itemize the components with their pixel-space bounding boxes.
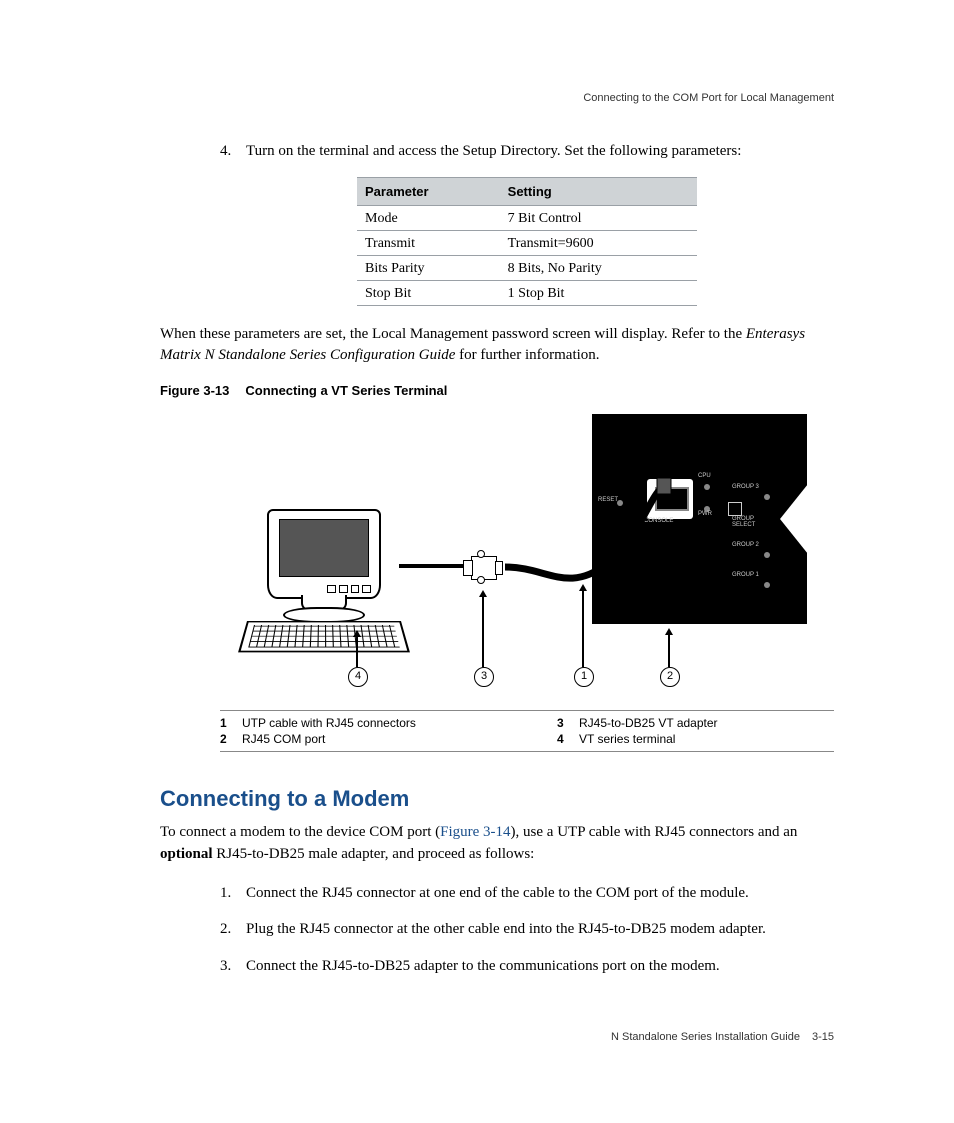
figure-diagram: RESET CONSOLE CPU PWR GROUP 3 GROUP SELE…: [247, 414, 807, 694]
footer-title: N Standalone Series Installation Guide: [611, 1031, 800, 1043]
step-number: 4.: [220, 140, 246, 163]
cell-param: Bits Parity: [357, 255, 500, 280]
step-number: 2.: [220, 918, 246, 941]
running-head: Connecting to the COM Port for Local Man…: [160, 92, 834, 104]
step-number: 1.: [220, 882, 246, 905]
step-text: Plug the RJ45 connector at the other cab…: [246, 918, 834, 941]
step-number: 3.: [220, 955, 246, 978]
figure-label: Figure 3-13: [160, 383, 229, 398]
parameter-table: Parameter Setting Mode 7 Bit Control Tra…: [357, 177, 697, 306]
footer-page-number: 3-15: [800, 1031, 834, 1043]
text: ), use a UTP cable with RJ45 connectors …: [511, 824, 798, 840]
rj45-com-port: [647, 479, 693, 519]
modem-step-2: 2. Plug the RJ45 connector at the other …: [220, 918, 834, 941]
cell-param: Stop Bit: [357, 280, 500, 305]
cell-param: Mode: [357, 205, 500, 230]
callout-1: 1: [574, 667, 594, 687]
modem-step-1: 1. Connect the RJ45 connector at one end…: [220, 882, 834, 905]
legend-num: 2: [220, 731, 232, 747]
figure-caption: Figure 3-13Connecting a VT Series Termin…: [160, 383, 834, 398]
legend-num: 4: [557, 731, 569, 747]
text: RJ45-to-DB25 male adapter, and proceed a…: [213, 846, 535, 862]
legend-item: 3 RJ45-to-DB25 VT adapter: [557, 715, 834, 731]
label-group1: GROUP 1: [732, 572, 759, 578]
text: When these parameters are set, the Local…: [160, 326, 746, 342]
legend-item: 1 UTP cable with RJ45 connectors: [220, 715, 497, 731]
text: To connect a modem to the device COM por…: [160, 824, 440, 840]
legend-text: RJ45-to-DB25 VT adapter: [579, 715, 718, 731]
step-4: 4. Turn on the terminal and access the S…: [220, 140, 834, 163]
legend-text: RJ45 COM port: [242, 731, 325, 747]
callout-2: 2: [660, 667, 680, 687]
after-table-paragraph: When these parameters are set, the Local…: [160, 324, 834, 368]
figure-legend: 1 UTP cable with RJ45 connectors 2 RJ45 …: [220, 710, 834, 752]
device-panel: RESET CONSOLE CPU PWR GROUP 3 GROUP SELE…: [592, 414, 807, 624]
figure-title: Connecting a VT Series Terminal: [229, 383, 447, 398]
callout-4: 4: [348, 667, 368, 687]
cell-setting: 1 Stop Bit: [500, 280, 697, 305]
cell-setting: 8 Bits, No Parity: [500, 255, 697, 280]
label-group-select: GROUP SELECT: [732, 516, 755, 528]
vt-terminal-icon: [247, 509, 397, 659]
step-text: Turn on the terminal and access the Setu…: [246, 140, 834, 163]
legend-text: VT series terminal: [579, 731, 675, 747]
table-row: Mode 7 Bit Control: [357, 205, 697, 230]
legend-num: 3: [557, 715, 569, 731]
text: for further information.: [455, 347, 599, 363]
device-edge-notch: [780, 484, 808, 554]
table-row: Transmit Transmit=9600: [357, 230, 697, 255]
table-header-setting: Setting: [500, 177, 697, 205]
legend-item: 4 VT series terminal: [557, 731, 834, 747]
cell-setting: 7 Bit Control: [500, 205, 697, 230]
page-footer: N Standalone Series Installation Guide3-…: [611, 1031, 834, 1043]
cell-param: Transmit: [357, 230, 500, 255]
step-text: Connect the RJ45 connector at one end of…: [246, 882, 834, 905]
modem-step-3: 3. Connect the RJ45-to-DB25 adapter to t…: [220, 955, 834, 978]
legend-text: UTP cable with RJ45 connectors: [242, 715, 416, 731]
table-row: Bits Parity 8 Bits, No Parity: [357, 255, 697, 280]
legend-item: 2 RJ45 COM port: [220, 731, 497, 747]
label-console: CONSOLE: [644, 518, 673, 524]
step-text: Connect the RJ45-to-DB25 adapter to the …: [246, 955, 834, 978]
callout-3: 3: [474, 667, 494, 687]
label-group2: GROUP 2: [732, 542, 759, 548]
label-reset: RESET: [598, 497, 618, 503]
table-header-parameter: Parameter: [357, 177, 500, 205]
db25-adapter-icon: [463, 552, 503, 582]
legend-num: 1: [220, 715, 232, 731]
section-heading-connecting-to-a-modem: Connecting to a Modem: [160, 786, 834, 812]
modem-intro-paragraph: To connect a modem to the device COM por…: [160, 822, 834, 866]
table-row: Stop Bit 1 Stop Bit: [357, 280, 697, 305]
cable-segment: [399, 564, 463, 568]
label-cpu: CPU: [698, 473, 711, 479]
text-bold: optional: [160, 846, 213, 862]
figure-link[interactable]: Figure 3-14: [440, 824, 510, 840]
label-pwr: PWR: [698, 511, 712, 517]
cell-setting: Transmit=9600: [500, 230, 697, 255]
label-group3: GROUP 3: [732, 484, 759, 490]
